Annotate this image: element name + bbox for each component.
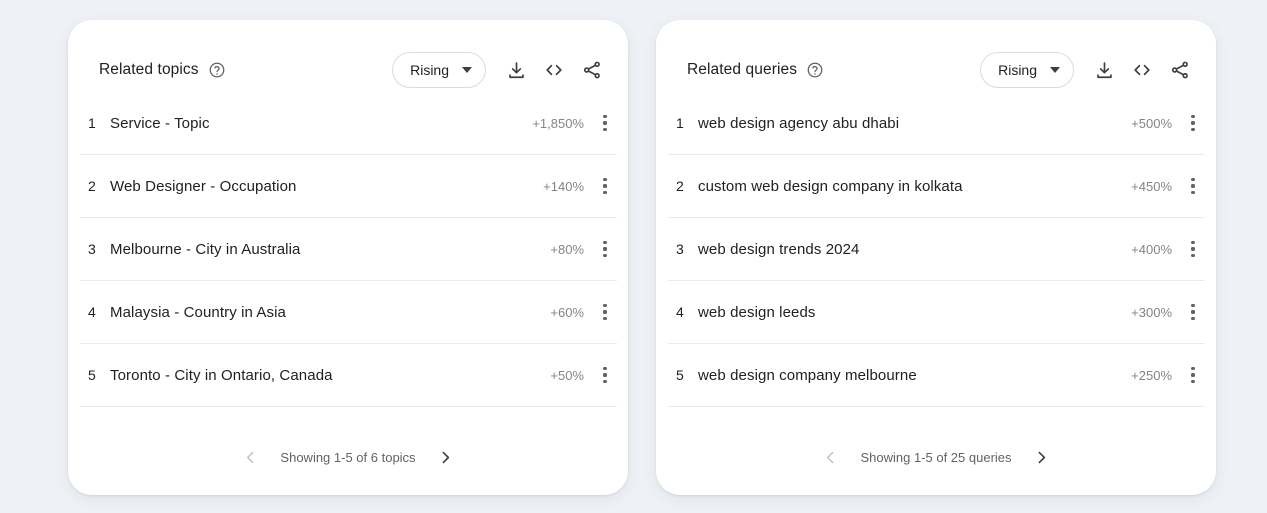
list-item[interactable]: 3 web design trends 2024 +400% [668, 218, 1205, 281]
panel-header: Related topics Rising [68, 20, 628, 92]
panel-pagination: Showing 1-5 of 6 topics [68, 420, 628, 495]
panel-pagination: Showing 1-5 of 25 queries [656, 420, 1216, 495]
item-rank: 1 [676, 115, 684, 131]
embed-code-icon[interactable] [542, 58, 566, 82]
item-label: Malaysia - Country in Asia [110, 303, 287, 321]
list-item[interactable]: 2 custom web design company in kolkata +45… [668, 155, 1205, 218]
item-label: web design leeds [698, 303, 816, 321]
item-change-value: +60% [550, 304, 584, 320]
item-label: Service - Topic [110, 114, 210, 132]
download-icon[interactable] [1092, 58, 1116, 82]
item-change-value: +140% [543, 178, 584, 194]
more-vert-icon[interactable] [1182, 297, 1204, 327]
item-change-value: +300% [1131, 304, 1172, 320]
more-vert-icon[interactable] [594, 234, 616, 264]
item-label: custom web design company in kolkata [698, 177, 963, 195]
list-item[interactable]: 4 web design leeds +300% [668, 281, 1205, 344]
panel-title: Related topics [99, 61, 199, 78]
more-vert-icon[interactable] [1182, 171, 1204, 201]
item-rank: 2 [676, 178, 684, 194]
list-item[interactable]: 5 Toronto - City in Ontario, Canada +50% [80, 344, 617, 407]
more-vert-icon[interactable] [1182, 360, 1204, 390]
list-item[interactable]: 4 Malaysia - Country in Asia +60% [80, 281, 617, 344]
item-label: web design trends 2024 [698, 240, 860, 258]
item-label: web design agency abu dhabi [698, 114, 900, 132]
item-change-value: +80% [550, 241, 584, 257]
sort-filter-label: Rising [998, 62, 1037, 78]
panel-actions [504, 58, 604, 82]
caret-down-icon [462, 67, 472, 73]
chevron-right-icon[interactable] [1031, 447, 1053, 469]
more-vert-icon[interactable] [594, 108, 616, 138]
pagination-status: Showing 1-5 of 25 queries [860, 450, 1012, 465]
item-rank: 2 [88, 178, 96, 194]
share-icon[interactable] [1168, 58, 1192, 82]
panel-actions [1092, 58, 1192, 82]
embed-code-icon[interactable] [1130, 58, 1154, 82]
caret-down-icon [1050, 67, 1060, 73]
list-item[interactable]: 2 Web Designer - Occupation +140% [80, 155, 617, 218]
panel-related-queries: Related queries Rising 1 web design agency … [656, 20, 1216, 495]
item-rank: 4 [88, 304, 96, 320]
more-vert-icon[interactable] [1182, 108, 1204, 138]
chevron-right-icon[interactable] [435, 447, 457, 469]
list-item[interactable]: 5 web design company melbourne +250% [668, 344, 1205, 407]
item-change-value: +450% [1131, 178, 1172, 194]
share-icon[interactable] [580, 58, 604, 82]
sort-filter-dropdown[interactable]: Rising [392, 52, 486, 88]
more-vert-icon[interactable] [594, 360, 616, 390]
item-rank: 5 [88, 367, 96, 383]
panel-title: Related queries [687, 61, 798, 78]
panel-header: Related queries Rising [656, 20, 1216, 92]
list-item[interactable]: 3 Melbourne - City in Australia +80% [80, 218, 617, 281]
item-change-value: +500% [1131, 115, 1172, 131]
panel-list: 1 Service - Topic +1,850% 2 Web Designer - O… [68, 92, 628, 420]
panel-related-topics: Related topics Rising 1 Service - Topic +1,8… [68, 20, 628, 495]
item-change-value: +1,850% [532, 115, 584, 131]
sort-filter-label: Rising [410, 62, 449, 78]
item-label: web design company melbourne [698, 366, 917, 384]
item-change-value: +50% [550, 367, 584, 383]
list-item[interactable]: 1 Service - Topic +1,850% [80, 92, 617, 155]
item-label: Web Designer - Occupation [110, 177, 297, 195]
item-rank: 1 [88, 115, 96, 131]
item-rank: 5 [676, 367, 684, 383]
chevron-left-icon [819, 447, 841, 469]
more-vert-icon[interactable] [594, 297, 616, 327]
item-change-value: +250% [1131, 367, 1172, 383]
sort-filter-dropdown[interactable]: Rising [980, 52, 1074, 88]
item-rank: 4 [676, 304, 684, 320]
panel-list: 1 web design agency abu dhabi +500% 2 custom… [656, 92, 1216, 420]
trends-panels-board: Related topics Rising 1 Service - Topic +1,8… [0, 0, 1267, 513]
item-change-value: +400% [1131, 241, 1172, 257]
download-icon[interactable] [504, 58, 528, 82]
list-item[interactable]: 1 web design agency abu dhabi +500% [668, 92, 1205, 155]
more-vert-icon[interactable] [594, 171, 616, 201]
item-label: Melbourne - City in Australia [110, 240, 301, 258]
chevron-left-icon [239, 447, 261, 469]
help-circle-icon[interactable] [806, 61, 824, 79]
item-rank: 3 [88, 241, 96, 257]
help-circle-icon[interactable] [208, 61, 226, 79]
pagination-status: Showing 1-5 of 6 topics [280, 450, 416, 465]
item-rank: 3 [676, 241, 684, 257]
more-vert-icon[interactable] [1182, 234, 1204, 264]
item-label: Toronto - City in Ontario, Canada [110, 366, 333, 384]
